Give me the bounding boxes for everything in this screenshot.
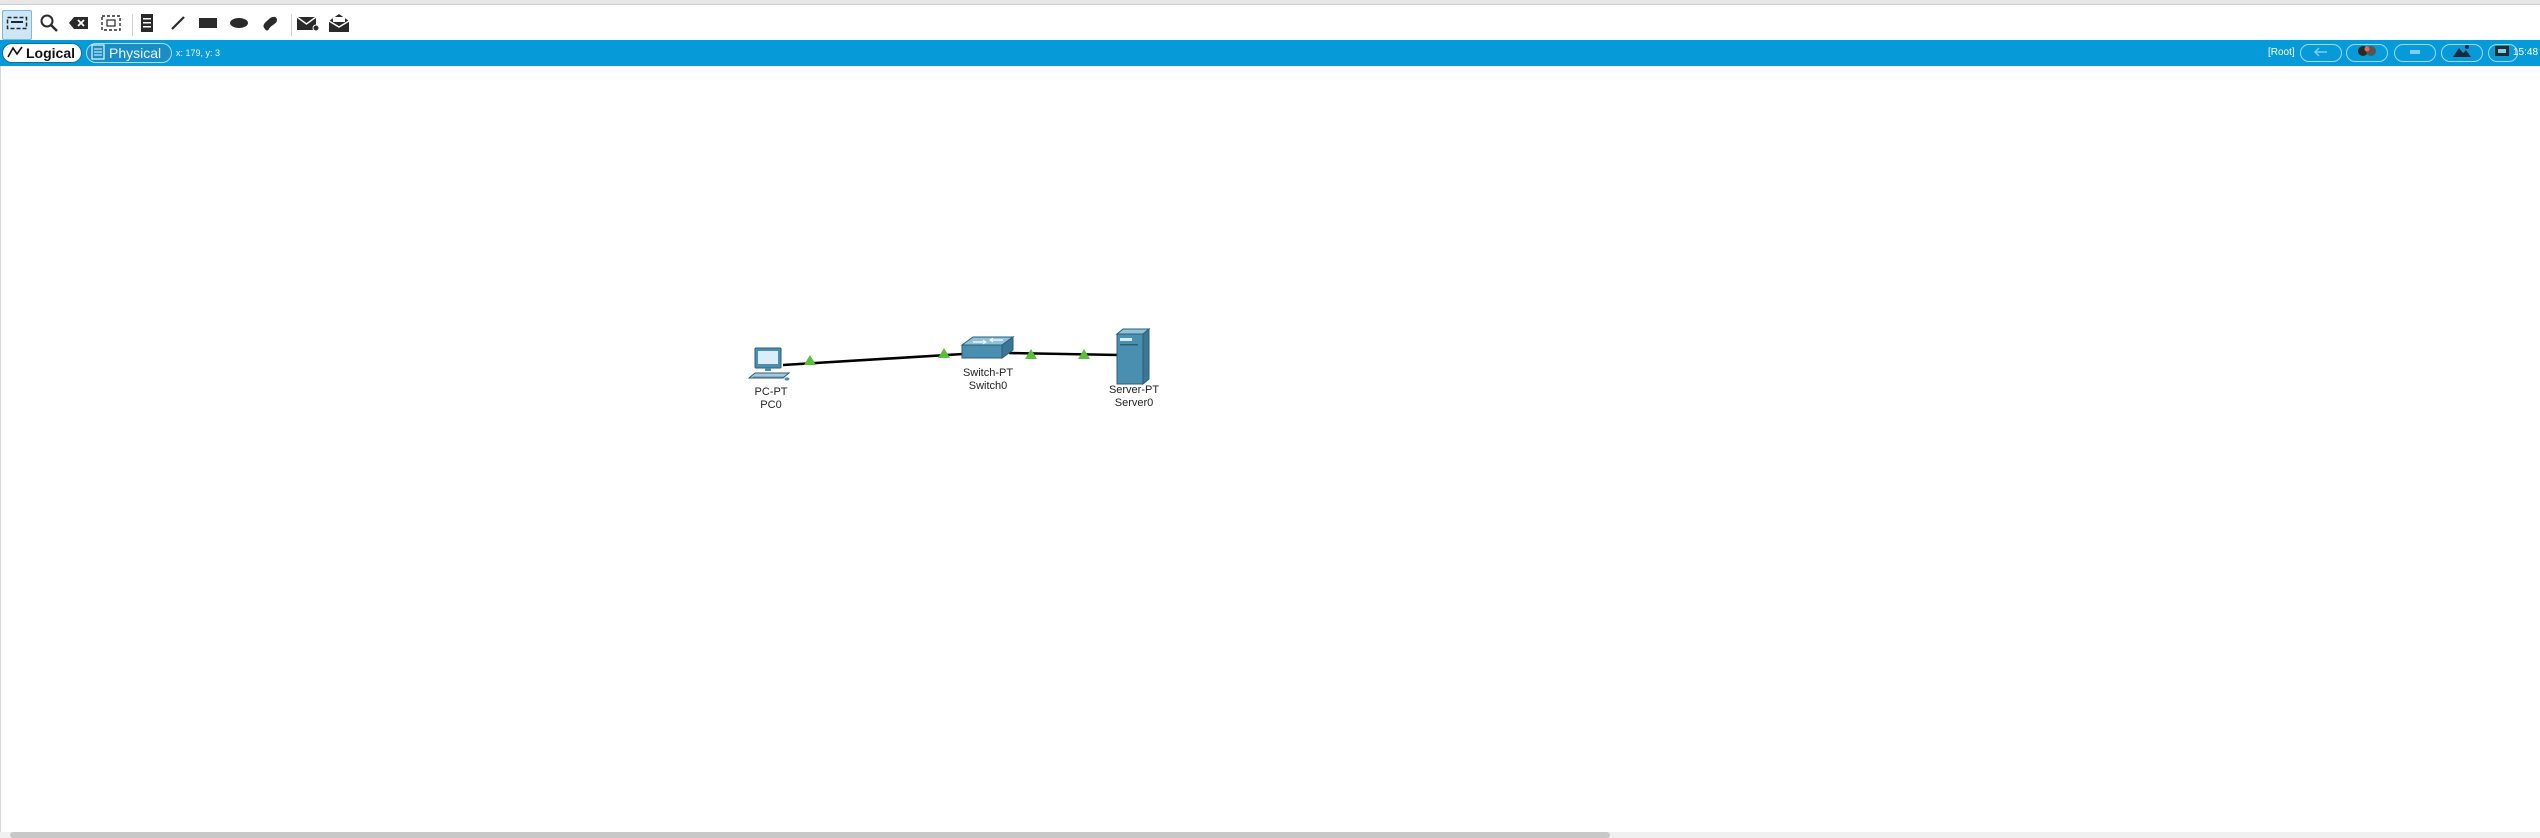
resize-tool-button[interactable] <box>96 10 126 40</box>
device-name: Switch0 <box>968 380 1008 392</box>
tab-label: Logical <box>26 45 76 61</box>
server-icon[interactable] <box>1115 327 1151 386</box>
logical-view-icon <box>7 45 23 62</box>
link-status-up-icon <box>938 348 950 358</box>
ellipse-icon <box>229 16 249 35</box>
note-tool-button[interactable] <box>132 10 162 40</box>
logical-workspace-canvas[interactable]: PC-PT PC0 Switch-PT Switch0 Server-PT Se… <box>0 66 2540 832</box>
device-name: Server0 <box>1114 397 1154 409</box>
device-label-server0: Server-PT Server0 <box>1109 384 1159 410</box>
viewport-icon <box>2494 44 2512 63</box>
set-background-button[interactable] <box>2441 44 2483 62</box>
navigation-back-button[interactable] <box>2300 44 2342 62</box>
delete-icon <box>68 15 90 36</box>
delete-tool-button[interactable] <box>64 10 94 40</box>
draw-rectangle-button[interactable] <box>193 10 223 40</box>
device-model: PC-PT <box>754 386 788 398</box>
tab-logical[interactable]: Logical <box>2 43 82 63</box>
root-breadcrumb[interactable]: [Root] <box>2268 47 2295 58</box>
device-model: Switch-PT <box>962 367 1014 379</box>
rectangle-icon <box>198 16 218 35</box>
tab-physical[interactable]: Physical <box>86 43 172 63</box>
draw-ellipse-button[interactable] <box>224 10 254 40</box>
device-label-switch0: Switch-PT Switch0 <box>963 367 1013 393</box>
back-arrow-icon <box>2313 44 2329 62</box>
simple-pdu-envelope-icon <box>296 14 320 37</box>
main-toolbar <box>0 6 2540 40</box>
simulation-clock: 15:48 <box>2513 47 2539 58</box>
window-top-edge <box>0 0 2540 5</box>
select-marquee-icon <box>6 15 28 36</box>
select-tool-button[interactable] <box>2 10 32 40</box>
device-label-pc0: PC-PT PC0 <box>755 386 788 412</box>
background-image-icon <box>2452 44 2472 63</box>
cluster-icon <box>2356 44 2378 63</box>
line-draw-icon <box>169 14 187 37</box>
link-switch0-server0[interactable] <box>1008 351 1120 357</box>
move-icon <box>2407 44 2423 62</box>
new-cluster-button[interactable] <box>2346 44 2388 62</box>
complex-pdu-envelope-icon <box>327 13 351 38</box>
device-model: Server-PT <box>1108 384 1160 396</box>
tab-label: Physical <box>109 45 162 61</box>
simple-pdu-button[interactable] <box>293 10 323 40</box>
inspect-tool-button[interactable] <box>34 10 64 40</box>
move-object-button[interactable] <box>2394 44 2436 62</box>
note-icon <box>139 13 155 38</box>
complex-pdu-button[interactable] <box>324 10 354 40</box>
horizontal-scrollbar-thumb[interactable] <box>10 832 1610 838</box>
link-status-up-icon <box>804 355 816 365</box>
cursor-coordinates: x: 179, y: 3 <box>176 48 221 58</box>
draw-line-button[interactable] <box>163 10 193 40</box>
magnifier-icon <box>39 13 59 38</box>
toolbar-separator <box>291 14 292 36</box>
freeform-tool-button[interactable] <box>255 10 285 40</box>
workspace-bar: Logical Physical x: 179, y: 3 [Root] 15:… <box>0 40 2540 66</box>
topology-drawing <box>747 327 1151 386</box>
physical-view-icon <box>91 43 105 63</box>
freeform-icon <box>260 13 280 38</box>
device-name: PC0 <box>760 399 782 411</box>
resize-shape-icon <box>100 14 122 37</box>
switch-icon[interactable] <box>960 336 1015 359</box>
